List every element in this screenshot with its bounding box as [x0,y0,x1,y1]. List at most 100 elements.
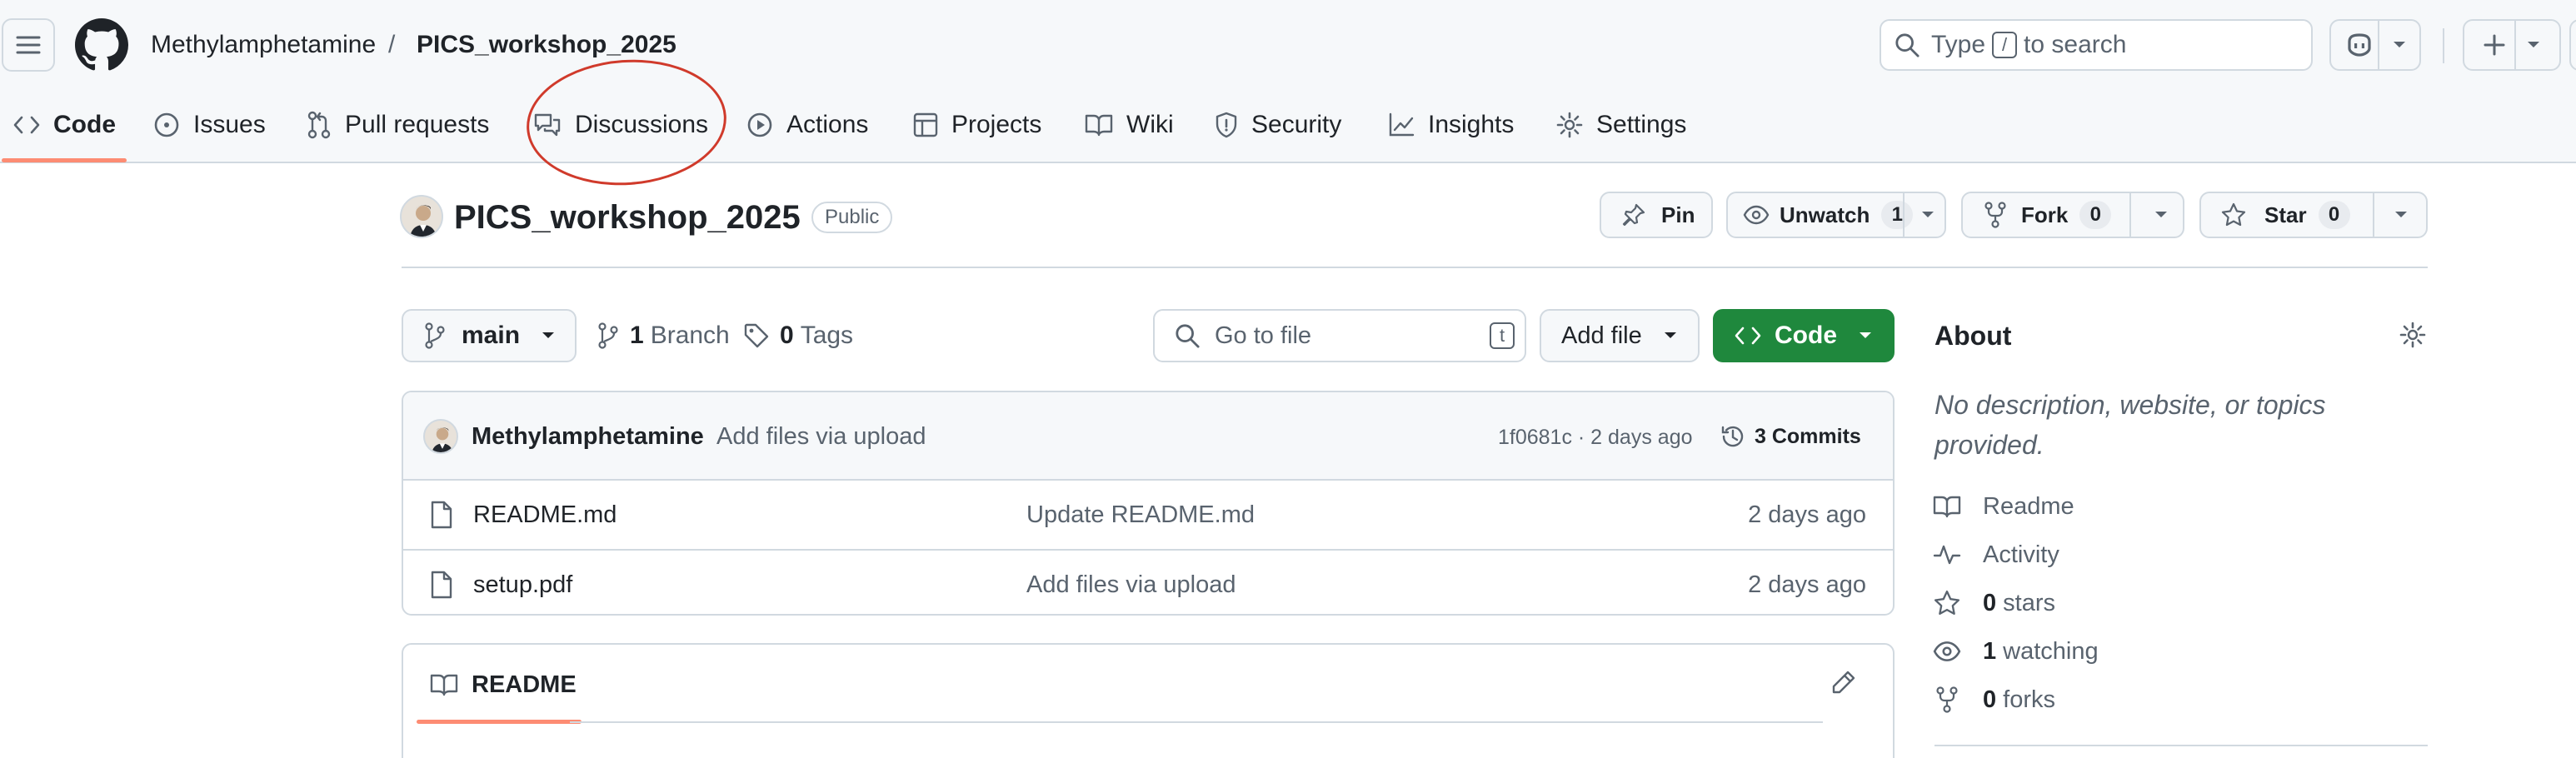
tab-pull-requests-label: Pull requests [345,111,490,138]
commit-author-avatar[interactable] [423,419,458,454]
readme-tab[interactable]: README [430,668,577,701]
visibility-badge: Public [811,202,893,233]
add-file-button[interactable]: Add file [1540,309,1700,362]
tab-settings[interactable]: Settings [1556,102,1686,148]
history-icon [1721,426,1744,447]
repo-avatar [400,195,443,238]
tab-issues-label: Issues [193,111,266,138]
file-list: Methylamphetamine Add files via upload 1… [402,391,1895,616]
shield-icon [1216,112,1237,138]
pull-request-icon [307,111,331,139]
breadcrumb-repo[interactable]: PICS_workshop_2025 [417,28,676,62]
about-stars-label: stars [2003,589,2055,616]
file-name[interactable]: README.md [473,499,617,531]
pin-button[interactable]: Pin [1600,192,1713,238]
code-button[interactable]: Code [1713,309,1895,362]
copilot-button[interactable] [2329,19,2421,71]
file-row[interactable]: README.md Update README.md 2 days ago [403,481,1893,549]
create-new-button[interactable] [2463,19,2561,71]
tab-projects[interactable]: Projects [913,102,1041,148]
about-settings-button[interactable] [2399,322,2428,350]
github-logo-icon[interactable] [75,18,128,72]
tag-icon [744,323,769,348]
search-placeholder-before: Type [1931,31,1986,58]
branches-link[interactable]: 1 Branch [598,319,730,352]
tab-settings-label: Settings [1596,111,1687,138]
unwatch-button[interactable]: Unwatch 1 [1726,192,1946,238]
tab-insights[interactable]: Insights [1388,102,1514,148]
branch-icon [425,322,445,349]
tags-link[interactable]: 0 Tags [743,319,853,352]
tab-security-label: Security [1251,111,1342,138]
search-icon [1895,33,1920,57]
file-row[interactable]: setup.pdf Add files via upload 2 days ag… [403,549,1893,614]
commit-author[interactable]: Methylamphetamine [472,421,704,452]
fork-button[interactable]: Fork 0 [1961,192,2184,238]
file-commit-message[interactable]: Update README.md [1026,499,1255,531]
about-heading: About [1934,321,2012,351]
repo-title[interactable]: PICS_workshop_2025 [454,197,801,238]
issues-shortcut-button[interactable] [2569,19,2576,71]
graph-icon [1389,112,1415,137]
commit-message[interactable]: Add files via upload [716,421,926,452]
fork-label: Fork [2021,202,2069,227]
about-activity-link[interactable]: Activity [1933,538,2059,571]
tab-security[interactable]: Security [1215,102,1341,148]
about-stars-link[interactable]: 0 stars [1933,586,2055,620]
commits-link[interactable]: 3 Commits [1720,421,1861,452]
tag-label: Tags [800,322,854,349]
tab-code-label: Code [53,111,116,138]
eye-icon [1933,641,1961,661]
chevron-down-icon [2395,212,2407,217]
latest-commit-bar: Methylamphetamine Add files via upload 1… [403,392,1893,481]
readme-panel [402,643,1895,758]
file-name[interactable]: setup.pdf [473,569,572,601]
star-icon [2221,202,2246,227]
pin-icon [1622,203,1645,227]
code-icon [1735,327,1761,345]
tab-code[interactable]: Code [13,102,116,148]
branch-selector[interactable]: main [402,309,577,362]
edit-readme-button[interactable] [1830,670,1858,698]
gear-icon [2399,322,2426,348]
file-age: 2 days ago [1748,571,1866,598]
tab-issues[interactable]: Issues [153,102,266,148]
chevron-down-icon [1664,332,1676,338]
add-file-label: Add file [1561,322,1642,349]
copilot-icon [2348,33,2371,57]
search-shortcut-key: / [1992,32,2018,58]
about-forks-count: 0 [1983,686,1997,713]
about-watching-link[interactable]: 1 watching [1933,635,2099,668]
commit-meta[interactable]: 1f0681c · 2 days ago [1498,422,1693,452]
search-icon [1176,324,1200,348]
tab-wiki[interactable]: Wiki [1085,102,1174,148]
unwatch-label: Unwatch [1780,202,1870,227]
annotation-circle [522,52,731,192]
about-activity-label: Activity [1983,541,2059,568]
gear-icon [1556,112,1583,138]
about-description: No description, website, or topics provi… [1934,390,2326,460]
plus-icon [2484,34,2505,56]
about-forks-link[interactable]: 0 forks [1933,683,2055,716]
about-readme-label: Readme [1983,492,2074,520]
title-divider [402,267,2428,268]
search-input[interactable]: Type / to search [1880,19,2313,71]
star-label: Star [2264,202,2307,227]
tab-actions[interactable]: Actions [746,102,868,148]
code-icon [13,116,40,134]
fork-icon [1984,202,2006,228]
branch-icon [598,322,618,349]
tab-wiki-label: Wiki [1126,111,1174,138]
eye-icon [1743,205,1770,225]
issue-icon [154,112,179,137]
menu-button[interactable] [2,18,55,72]
file-commit-message[interactable]: Add files via upload [1026,569,1236,601]
code-button-label: Code [1775,322,1837,349]
tab-pull-requests[interactable]: Pull requests [307,102,489,148]
about-readme-link[interactable]: Readme [1933,490,2074,523]
star-button[interactable]: Star 0 [2199,192,2428,238]
watch-count: 1 [1881,201,1914,229]
go-to-file-input[interactable]: Go to file t [1153,309,1526,362]
readme-divider [570,721,1823,723]
breadcrumb-owner[interactable]: Methylamphetamine [151,28,376,62]
